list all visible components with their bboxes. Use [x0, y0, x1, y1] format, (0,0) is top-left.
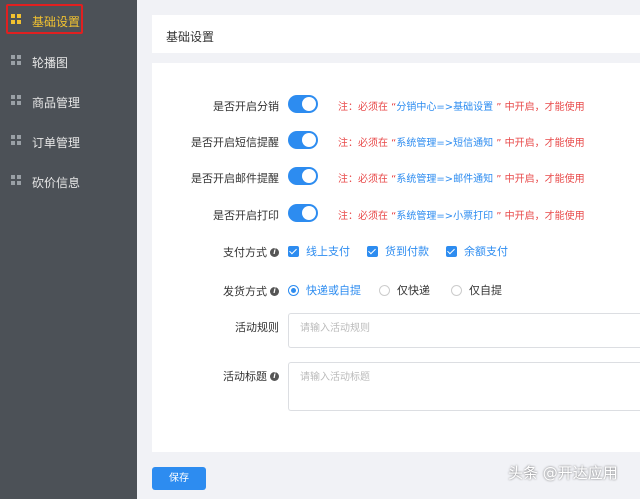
distribution-note: 注：必须在 “分销中心=>基础设置 ” 中开启，才能使用	[338, 102, 585, 113]
toggle-knob	[302, 206, 316, 220]
title-label: 活动标题 i	[223, 368, 279, 384]
grid-icon	[11, 95, 22, 106]
sidebar-item-orders[interactable]: 订单管理	[0, 121, 137, 161]
delivery-pickup-radio[interactable]: 仅自提	[451, 282, 502, 298]
delivery-label: 发货方式 i	[223, 283, 279, 299]
payment-online-checkbox[interactable]: 线上支付	[288, 243, 350, 259]
info-icon: i	[270, 286, 279, 296]
distribution-toggle[interactable]	[288, 95, 318, 113]
delivery-row: 发货方式 i 快递或自提 仅快递 仅自提	[152, 280, 640, 300]
sms-row: 是否开启短信提醒 注：必须在 “系统管理=>短信通知 ” 中开启，才能使用	[152, 131, 640, 151]
sidebar-item-label: 订单管理	[32, 136, 81, 150]
header-card: 基础设置	[152, 15, 640, 53]
print-toggle[interactable]	[288, 204, 318, 222]
note-link[interactable]: 系统管理=>邮件通知	[396, 174, 493, 185]
grid-icon	[11, 14, 22, 25]
sidebar-item-label: 商品管理	[32, 96, 81, 110]
payment-cod-checkbox[interactable]: 货到付款	[367, 243, 429, 259]
toggle-knob	[302, 133, 316, 147]
distribution-row: 是否开启分销 注：必须在 “分销中心=>基础设置 ” 中开启，才能使用	[152, 95, 640, 115]
print-note: 注：必须在 “系统管理=>小票打印 ” 中开启，才能使用	[338, 211, 585, 222]
email-label: 是否开启邮件提醒	[191, 172, 279, 185]
page-title: 基础设置	[166, 30, 215, 44]
email-toggle[interactable]	[288, 167, 318, 185]
toggle-knob	[302, 97, 316, 111]
settings-form: 是否开启分销 注：必须在 “分销中心=>基础设置 ” 中开启，才能使用 是否开启…	[152, 63, 640, 452]
note-link[interactable]: 系统管理=>短信通知	[396, 138, 493, 149]
info-icon: i	[270, 371, 279, 381]
payment-balance-checkbox[interactable]: 余额支付	[446, 243, 508, 259]
rules-label: 活动规则	[235, 321, 279, 334]
email-note: 注：必须在 “系统管理=>邮件通知 ” 中开启，才能使用	[338, 174, 585, 185]
print-row: 是否开启打印 注：必须在 “系统管理=>小票打印 ” 中开启，才能使用	[152, 204, 640, 224]
rules-placeholder: 请输入活动规则	[300, 323, 370, 334]
sidebar-item-label: 基础设置	[32, 15, 81, 29]
grid-icon	[11, 175, 22, 186]
sms-toggle[interactable]	[288, 131, 318, 149]
payment-label: 支付方式 i	[223, 244, 279, 260]
watermark: 头条 @开达应用	[508, 464, 618, 482]
sidebar-item-products[interactable]: 商品管理	[0, 81, 137, 121]
sidebar-item-label: 砍价信息	[32, 176, 81, 190]
sidebar-item-label: 轮播图	[32, 56, 69, 70]
sidebar-item-basic-settings[interactable]: 基础设置	[0, 0, 137, 40]
email-row: 是否开启邮件提醒 注：必须在 “系统管理=>邮件通知 ” 中开启，才能使用	[152, 167, 640, 187]
sidebar: 基础设置 轮播图 商品管理 订单管理 砍价信息	[0, 0, 137, 499]
sms-note: 注：必须在 “系统管理=>短信通知 ” 中开启，才能使用	[338, 138, 585, 149]
payment-row: 支付方式 i 线上支付 货到付款 余额支付	[152, 241, 640, 261]
sms-label: 是否开启短信提醒	[191, 136, 279, 149]
info-icon: i	[270, 247, 279, 257]
grid-icon	[11, 135, 22, 146]
rules-textarea[interactable]: 请输入活动规则	[288, 313, 640, 348]
grid-icon	[11, 55, 22, 66]
sidebar-item-carousel[interactable]: 轮播图	[0, 41, 137, 81]
print-label: 是否开启打印	[213, 209, 279, 222]
distribution-label: 是否开启分销	[213, 100, 279, 113]
title-placeholder: 请输入活动标题	[300, 372, 370, 383]
save-button[interactable]: 保存	[152, 467, 206, 490]
note-link[interactable]: 分销中心=>基础设置	[396, 102, 493, 113]
sidebar-item-bargain[interactable]: 砍价信息	[0, 161, 137, 201]
note-link[interactable]: 系统管理=>小票打印	[396, 211, 493, 222]
delivery-express-radio[interactable]: 仅快递	[379, 282, 430, 298]
delivery-both-radio[interactable]: 快递或自提	[288, 282, 361, 298]
title-textarea[interactable]: 请输入活动标题	[288, 362, 640, 411]
toggle-knob	[302, 169, 316, 183]
